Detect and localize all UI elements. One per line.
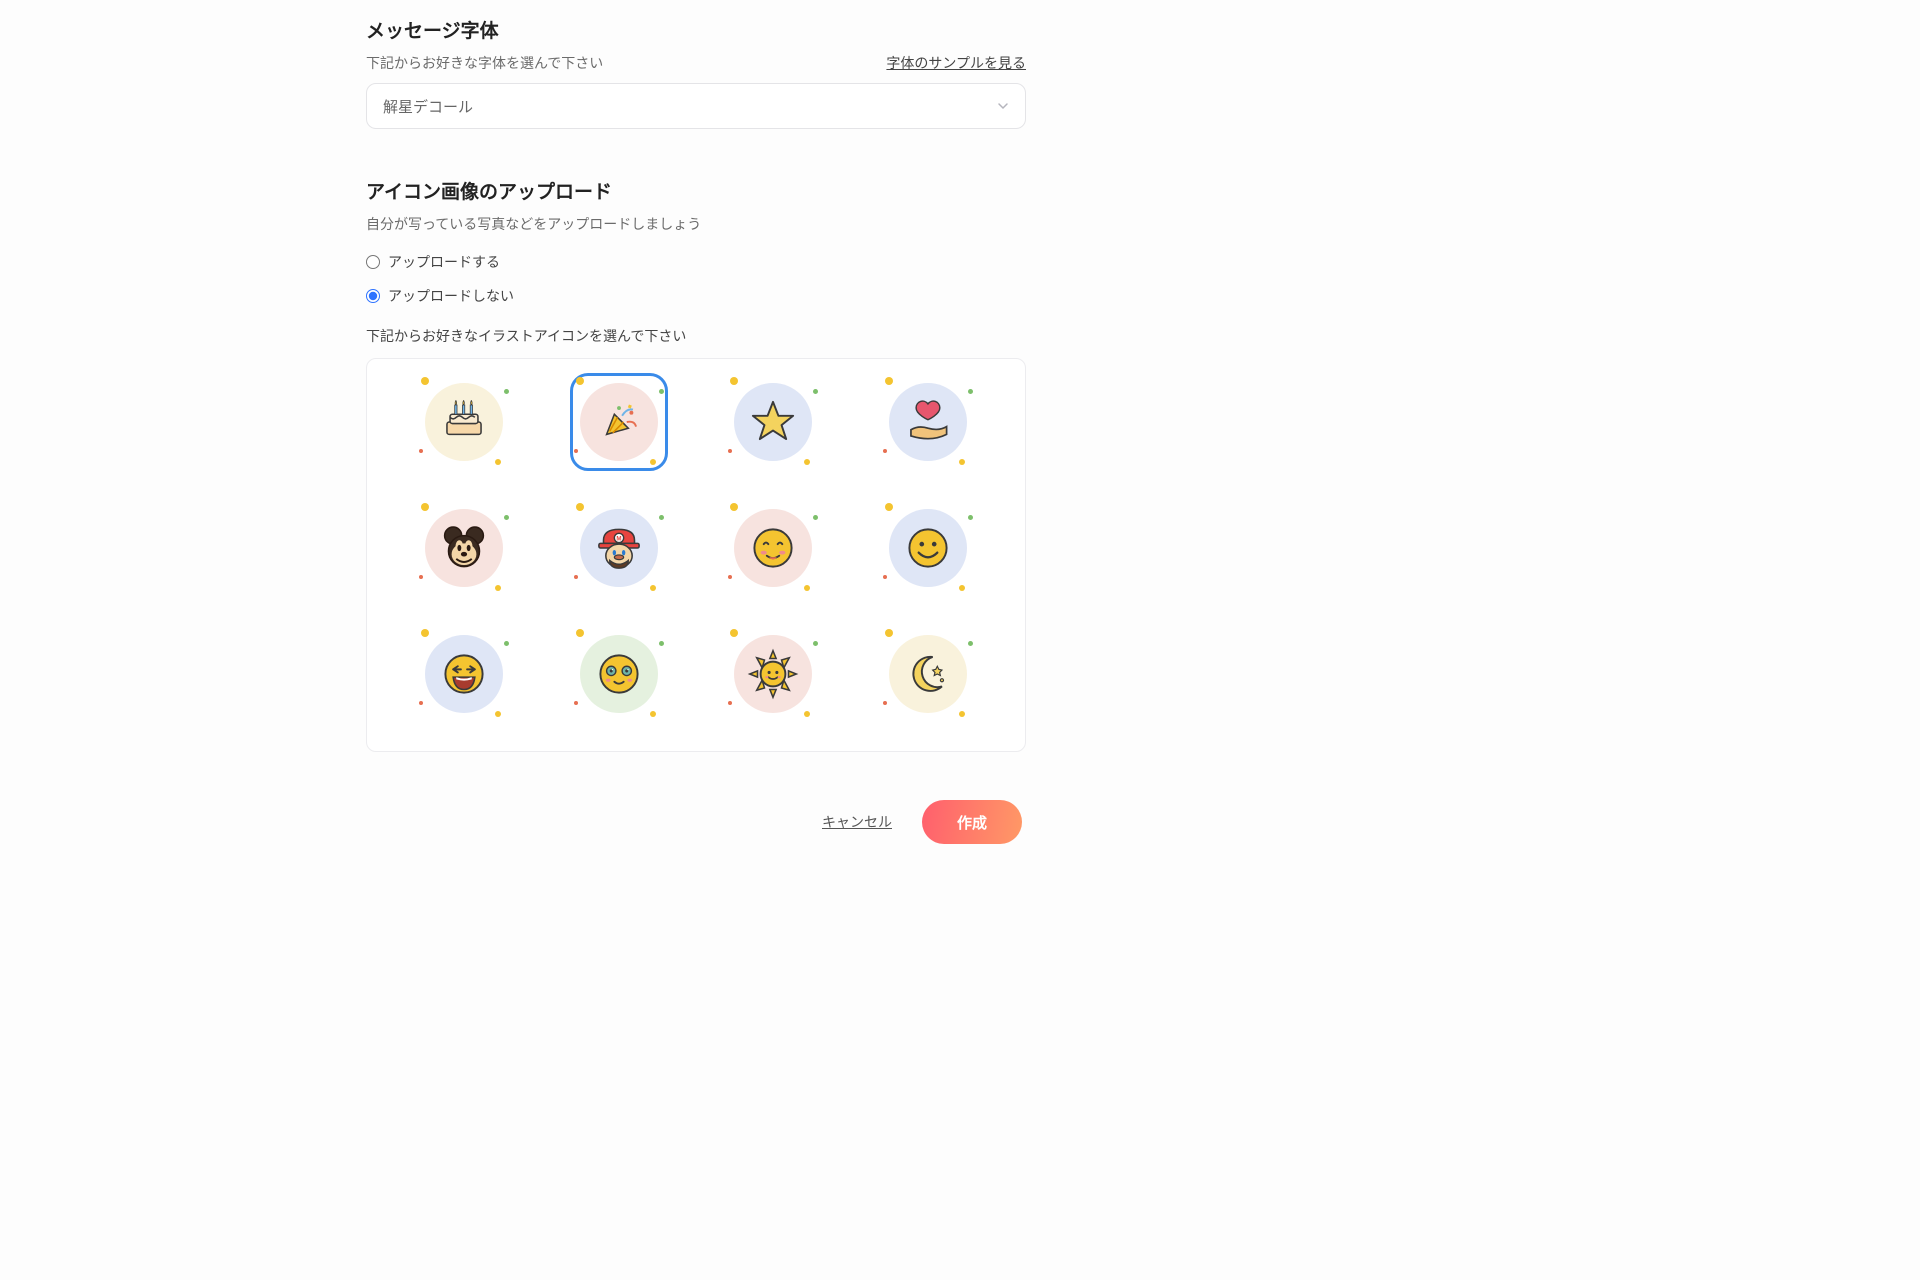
icon-grid-help: 下記からお好きなイラストアイコンを選んで下さい (366, 326, 1026, 346)
icon-option-blush-face-icon[interactable] (724, 499, 822, 597)
cute-face-icon (580, 635, 658, 713)
icon-option-sun-icon[interactable] (724, 625, 822, 723)
moon-stars-icon (889, 635, 967, 713)
sun-icon (734, 635, 812, 713)
star-icon (734, 383, 812, 461)
radio-upload-input[interactable] (366, 255, 380, 269)
blush-face-icon (734, 509, 812, 587)
radio-upload-label: アップロードする (388, 252, 500, 272)
icon-grid-container (366, 358, 1026, 752)
radio-no-upload-label: アップロードしない (388, 286, 514, 306)
birthday-cake-icon (425, 383, 503, 461)
icon-option-laughing-face-icon[interactable] (415, 625, 513, 723)
font-section-title: メッセージ字体 (366, 16, 1026, 43)
icon-option-cute-face-icon[interactable] (570, 625, 668, 723)
icon-section-title: アイコン画像のアップロード (366, 177, 1026, 204)
icon-option-star-icon[interactable] (724, 373, 822, 471)
icon-option-mickey-icon[interactable] (415, 499, 513, 597)
icon-grid[interactable] (367, 359, 1025, 751)
create-button[interactable]: 作成 (922, 800, 1022, 844)
icon-option-smiley-icon[interactable] (879, 499, 977, 597)
laughing-face-icon (425, 635, 503, 713)
icon-option-hand-heart-icon[interactable] (879, 373, 977, 471)
hand-heart-icon (889, 383, 967, 461)
icon-option-moon-stars-icon[interactable] (879, 625, 977, 723)
footer: キャンセル 作成 (366, 800, 1026, 844)
font-select[interactable]: 解星デコール (366, 83, 1026, 129)
icon-option-mario-icon[interactable] (570, 499, 668, 597)
font-help-text: 下記からお好きな字体を選んで下さい (366, 53, 603, 73)
icon-option-confetti-popper-icon[interactable] (570, 373, 668, 471)
radio-no-upload[interactable]: アップロードしない (366, 286, 1026, 306)
confetti-popper-icon (580, 383, 658, 461)
radio-no-upload-input[interactable] (366, 289, 380, 303)
cancel-button[interactable]: キャンセル (822, 812, 892, 832)
font-sample-link[interactable]: 字体のサンプルを見る (886, 53, 1026, 73)
font-select-value: 解星デコール (383, 96, 473, 117)
icon-help-text: 自分が写っている写真などをアップロードしましょう (366, 214, 1026, 234)
mario-icon (580, 509, 658, 587)
radio-upload[interactable]: アップロードする (366, 252, 1026, 272)
mickey-icon (425, 509, 503, 587)
smiley-icon (889, 509, 967, 587)
chevron-down-icon (997, 100, 1009, 112)
icon-option-birthday-cake-icon[interactable] (415, 373, 513, 471)
